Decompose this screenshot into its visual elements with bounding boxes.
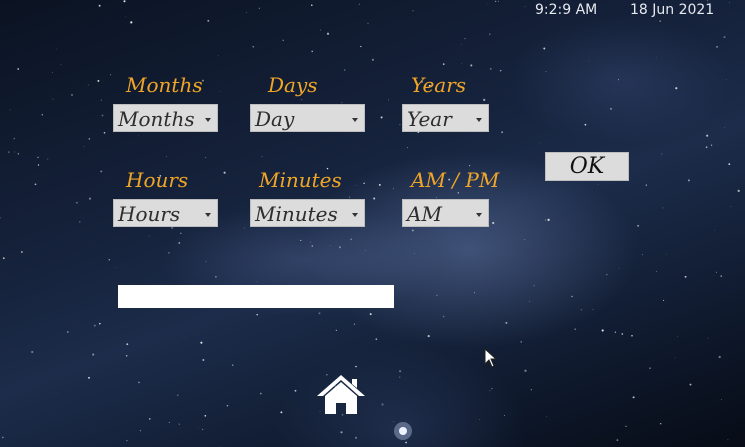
mouse-pointer-icon: [484, 348, 498, 368]
clock-time: 9:2:9 AM: [535, 2, 598, 18]
chevron-down-icon: [205, 213, 211, 217]
hours-label: Hours: [126, 168, 189, 192]
ampm-dropdown[interactable]: AM: [402, 199, 489, 227]
chevron-down-icon: [476, 118, 482, 122]
days-dropdown[interactable]: Day: [250, 104, 365, 132]
years-dropdown-value: Year: [407, 107, 452, 131]
years-dropdown[interactable]: Year: [402, 104, 489, 132]
chevron-down-icon: [352, 118, 358, 122]
hours-dropdown[interactable]: Hours: [113, 199, 218, 227]
days-dropdown-value: Day: [255, 107, 295, 131]
chevron-down-icon: [352, 213, 358, 217]
minutes-dropdown-value: Minutes: [255, 202, 338, 226]
months-dropdown-value: Months: [118, 107, 195, 131]
minutes-label: Minutes: [259, 168, 342, 192]
years-label: Years: [411, 73, 467, 97]
days-label: Days: [268, 73, 318, 97]
result-text-field[interactable]: [118, 285, 394, 308]
ampm-dropdown-value: AM: [407, 202, 442, 226]
hours-dropdown-value: Hours: [118, 202, 181, 226]
starfield-background: [0, 0, 740, 447]
home-button[interactable]: [316, 373, 366, 415]
months-label: Months: [126, 73, 203, 97]
clock-date: 18 Jun 2021: [630, 2, 715, 18]
chevron-down-icon: [476, 213, 482, 217]
ampm-label: AM / PM: [411, 168, 500, 192]
home-icon: [317, 375, 365, 414]
chevron-down-icon: [205, 118, 211, 122]
minutes-dropdown[interactable]: Minutes: [250, 199, 365, 227]
months-dropdown[interactable]: Months: [113, 104, 218, 132]
ok-button[interactable]: OK: [545, 152, 629, 181]
